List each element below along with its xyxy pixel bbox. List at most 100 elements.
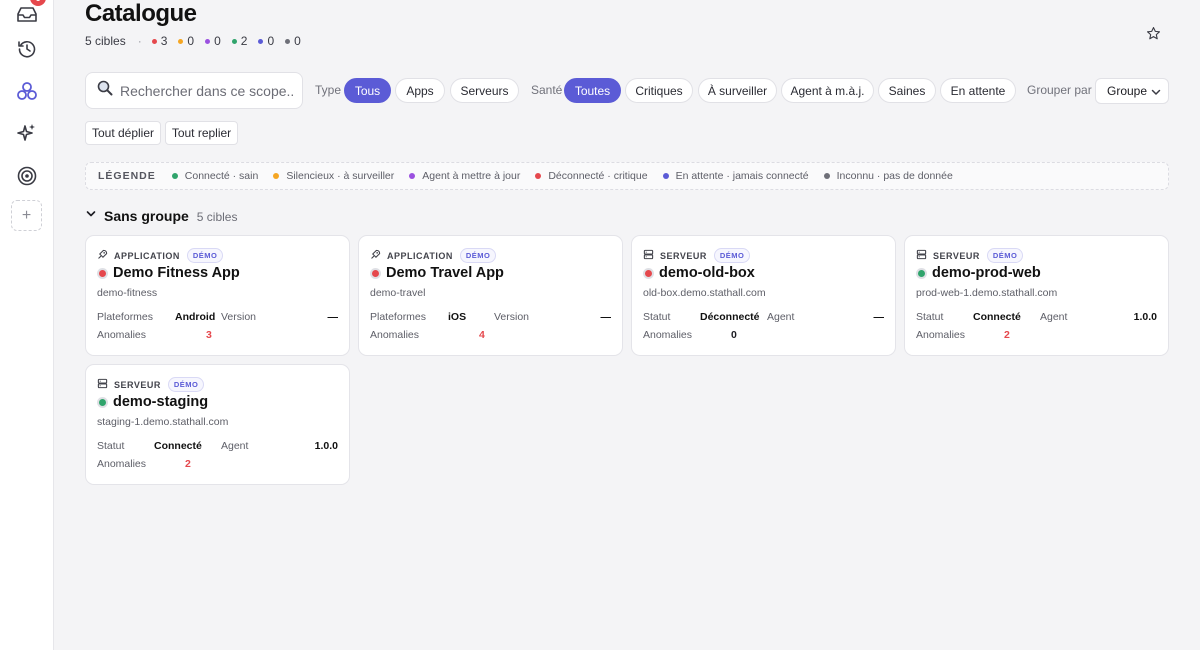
status-dot bbox=[151, 38, 157, 44]
legend-item: Silencieux · à surveiller bbox=[273, 170, 394, 182]
search-icon bbox=[97, 80, 113, 101]
health-filter-pending[interactable]: En attente bbox=[940, 78, 1016, 103]
type-filter-servers[interactable]: Serveurs bbox=[450, 78, 519, 103]
type-filter-apps[interactable]: Apps bbox=[395, 78, 445, 103]
type-filter-all[interactable]: Tous bbox=[344, 78, 391, 103]
row-value: Connecté bbox=[154, 440, 202, 452]
demo-badge: DÉMO bbox=[713, 248, 751, 263]
status-dot bbox=[97, 396, 108, 408]
chevron-down-icon bbox=[85, 207, 97, 225]
legend-dot bbox=[171, 173, 178, 179]
collapse-all-button[interactable]: Tout replier bbox=[165, 121, 238, 145]
inbox-button[interactable]: 6 bbox=[12, 0, 46, 30]
demo-badge: DÉMO bbox=[986, 248, 1024, 263]
row-value: Connecté bbox=[973, 311, 1021, 323]
row-value-secondary: 1.0.0 bbox=[314, 440, 338, 452]
card-kind-label: SERVEUR bbox=[660, 250, 707, 261]
anomalies-count: 3 bbox=[206, 329, 212, 341]
row-value: Android bbox=[175, 311, 216, 323]
row-value-secondary: — bbox=[327, 311, 339, 323]
search-box[interactable] bbox=[85, 72, 303, 109]
target-count: 5 cibles bbox=[85, 34, 126, 48]
type-filter-label: Type bbox=[315, 83, 342, 97]
status-dot bbox=[258, 38, 264, 44]
star-icon bbox=[1146, 27, 1161, 45]
row-label: Plateformes bbox=[97, 311, 154, 323]
legend-label: Déconnecté · critique bbox=[548, 170, 648, 182]
group-by-select[interactable]: Groupe bbox=[1095, 78, 1169, 104]
legend-dot bbox=[409, 173, 416, 179]
history-button[interactable] bbox=[12, 34, 42, 64]
card-name: demo-old-box bbox=[659, 265, 755, 281]
inbox-badge: 6 bbox=[30, 0, 46, 6]
anomalies-label: Anomalies bbox=[97, 329, 147, 341]
card-kind: SERVEUR DÉMO bbox=[916, 248, 1024, 263]
legend-label: Inconnu · pas de donnée bbox=[836, 170, 953, 182]
inbox-icon bbox=[17, 7, 37, 23]
plus-icon: + bbox=[21, 206, 32, 224]
stat-pending: 0 bbox=[258, 34, 274, 48]
target-card[interactable]: SERVEUR DÉMO demo-old-box old-box.demo.stat… bbox=[631, 235, 896, 356]
group-by-value: Groupe bbox=[1107, 84, 1148, 98]
health-filter-agent-update[interactable]: Agent à m.à.j. bbox=[781, 78, 874, 103]
status-dot bbox=[370, 267, 381, 279]
card-kind-label: APPLICATION bbox=[387, 250, 453, 261]
legend-item: En attente · jamais connecté bbox=[662, 170, 809, 182]
anomalies-label: Anomalies bbox=[916, 329, 966, 341]
card-name: Demo Travel App bbox=[386, 265, 504, 281]
summary-separator: · bbox=[137, 34, 142, 48]
legend-label: Agent à mettre à jour bbox=[422, 170, 521, 182]
nodes-icon bbox=[16, 81, 38, 101]
stat-agent-update: 0 bbox=[205, 34, 221, 48]
stat-value: 2 bbox=[240, 34, 248, 48]
insights-button[interactable] bbox=[12, 118, 42, 148]
legend-label: En attente · jamais connecté bbox=[675, 170, 809, 182]
group-header[interactable]: Sans groupe 5 cibles bbox=[85, 207, 237, 225]
card-subtitle: old-box.demo.stathall.com bbox=[643, 287, 766, 299]
anomalies-label: Anomalies bbox=[370, 329, 420, 341]
stat-value: 0 bbox=[294, 34, 301, 48]
row-value-secondary: 1.0.0 bbox=[1133, 311, 1157, 323]
add-button[interactable]: + bbox=[11, 200, 42, 231]
legend-label: Connecté · sain bbox=[184, 170, 259, 182]
target-card[interactable]: SERVEUR DÉMO demo-prod-web prod-web-1.demo.… bbox=[904, 235, 1169, 356]
legend: LÉGENDE Connecté · sain Silencieux · à s… bbox=[85, 162, 1169, 190]
favorite-button[interactable] bbox=[1146, 26, 1162, 42]
row-label: Plateformes bbox=[370, 311, 427, 323]
stat-unknown: 0 bbox=[285, 34, 301, 48]
targets-button[interactable] bbox=[12, 161, 42, 191]
main-content: Catalogue 5 cibles · 3 0 0 2 0 0 Type To… bbox=[54, 0, 1200, 650]
legend-dot bbox=[535, 173, 542, 179]
legend-title: LÉGENDE bbox=[98, 170, 156, 182]
health-filter-all[interactable]: Toutes bbox=[564, 78, 621, 103]
card-kind-label: SERVEUR bbox=[933, 250, 980, 261]
sidebar: 6 + bbox=[0, 0, 54, 650]
card-name: demo-staging bbox=[113, 394, 209, 410]
summary-bar: 5 cibles · 3 0 0 2 0 0 bbox=[85, 34, 312, 48]
rocket-icon bbox=[97, 249, 114, 262]
stat-critical: 3 bbox=[151, 34, 167, 48]
anomalies-label: Anomalies bbox=[97, 458, 147, 470]
catalogue-button[interactable] bbox=[12, 76, 42, 106]
row-label: Statut bbox=[916, 311, 944, 323]
search-input[interactable] bbox=[120, 82, 295, 99]
target-card[interactable]: APPLICATION DÉMO Demo Fitness App demo-fitn… bbox=[85, 235, 350, 356]
health-filter-critical[interactable]: Critiques bbox=[625, 78, 693, 103]
anomalies-label: Anomalies bbox=[643, 329, 693, 341]
expand-all-button[interactable]: Tout déplier bbox=[85, 121, 161, 145]
history-icon bbox=[17, 39, 37, 59]
health-filter-watch[interactable]: À surveiller bbox=[698, 78, 777, 103]
row-label: Statut bbox=[97, 440, 125, 452]
target-card[interactable]: APPLICATION DÉMO Demo Travel App demo-trave… bbox=[358, 235, 623, 356]
status-dot bbox=[231, 38, 237, 44]
anomalies-count: 4 bbox=[479, 329, 485, 341]
card-title: Demo Travel App bbox=[370, 265, 504, 281]
rocket-icon bbox=[370, 249, 387, 262]
anomalies-count: 2 bbox=[1004, 329, 1010, 341]
card-subtitle: demo-fitness bbox=[97, 287, 158, 299]
server-icon bbox=[916, 249, 933, 262]
row-value: iOS bbox=[448, 311, 467, 323]
legend-item: Connecté · sain bbox=[171, 170, 259, 182]
health-filter-healthy[interactable]: Saines bbox=[878, 78, 936, 103]
target-card[interactable]: SERVEUR DÉMO demo-staging staging-1.demo.st… bbox=[85, 364, 350, 485]
